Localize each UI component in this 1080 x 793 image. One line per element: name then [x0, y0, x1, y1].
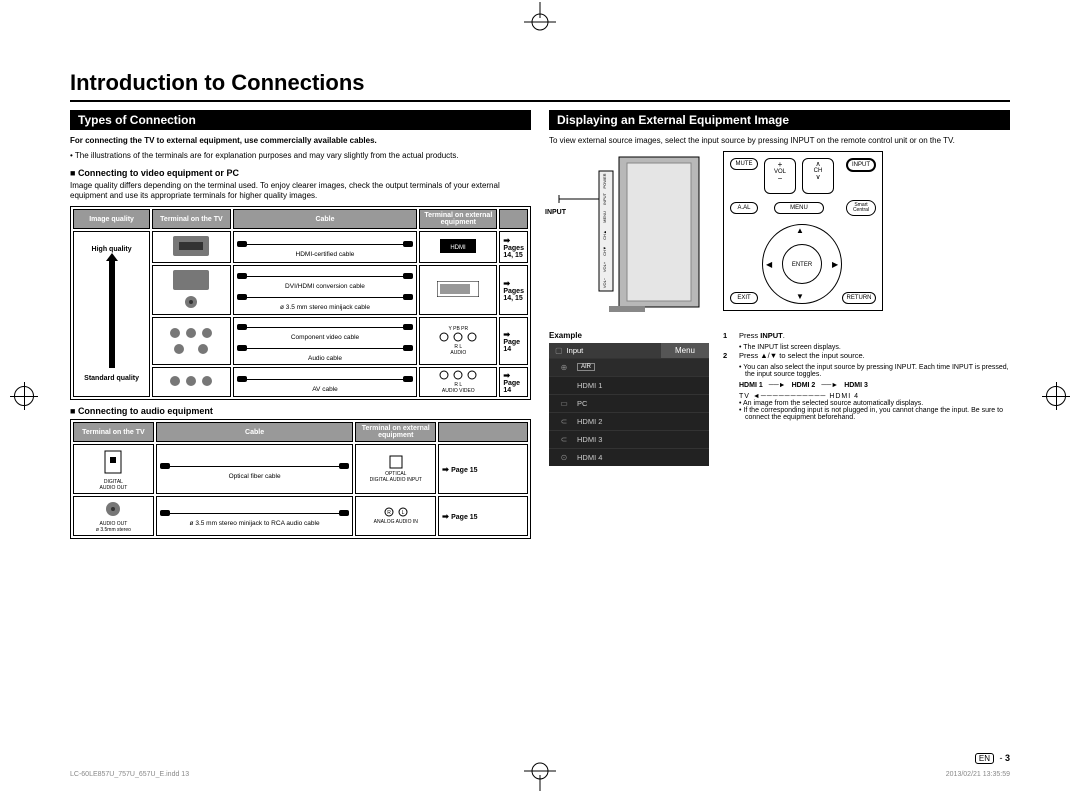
page-ref: Page 14: [503, 332, 520, 353]
cable-label: ø 3.5 mm stereo minijack cable: [237, 304, 414, 311]
svg-text:VOL−: VOL−: [602, 277, 607, 288]
page-number: EN - 3: [975, 753, 1010, 763]
example-label: Example: [549, 331, 709, 340]
audio-out-icon: AUDIO OUTø 3.5mm stereo: [73, 496, 154, 536]
svg-text:R: R: [387, 510, 391, 516]
cable-label: Audio cable: [237, 355, 414, 362]
right-intro: To view external source images, select t…: [549, 136, 1010, 147]
page-ref: Page 15: [442, 514, 477, 521]
osd-item: ▭PC: [549, 394, 709, 412]
intro-bold: For connecting the TV to external equipm…: [70, 136, 531, 147]
col-h: Cable: [233, 209, 418, 229]
cable-label: HDMI-certified cable: [237, 251, 414, 258]
registration-mark: [14, 386, 34, 406]
video-connection-table: Image quality Terminal on the TV Cable T…: [70, 206, 531, 400]
av-port-icon: [152, 367, 231, 397]
audio-connection-table: Terminal on the TV Cable Terminal on ext…: [70, 419, 531, 539]
svg-text:L: L: [401, 510, 404, 516]
footer-file: LC-60LE857U_757U_657U_E.indd 13: [70, 771, 189, 778]
page-title: Introduction to Connections: [70, 70, 1010, 102]
flow-line-2: TV ◄─────────── HDMI 4: [739, 393, 1010, 400]
col-h: Terminal on external equipment: [419, 209, 497, 229]
cable-label: ø 3.5 mm stereo minijack to RCA audio ca…: [160, 520, 350, 527]
input-callout: INPUT: [545, 209, 566, 216]
menu-button: MENU: [774, 202, 824, 214]
osd-item: ⊙HDMI 4: [549, 448, 709, 466]
registration-mark: [1046, 386, 1066, 406]
intro-note: • The illustrations of the terminals are…: [70, 151, 531, 162]
osd-item: ⊂HDMI 2: [549, 412, 709, 430]
remote-diagram: MUTE +VOL− ∧CH∨ INPUT A.AL MENU Smart Ce…: [723, 151, 883, 311]
step2: Press ▲/▼ to select the input source.: [739, 351, 865, 360]
footer-date: 2013/02/21 13:35:59: [946, 771, 1010, 778]
enter-button: ENTER: [782, 244, 822, 284]
aal-button: A.AL: [730, 202, 758, 214]
video-subhead: Connecting to video equipment or PC: [70, 168, 531, 178]
tv-side-diagram: POWER INPUT MENU CH▲ CH▼ VOL+ VOL− INPUT: [549, 151, 709, 321]
exit-button: EXIT: [730, 292, 758, 304]
osd-item: ⊂HDMI 3: [549, 430, 709, 448]
vol-rocker: +VOL−: [764, 158, 796, 194]
svg-text:INPUT: INPUT: [602, 192, 607, 205]
types-header: Types of Connection: [70, 110, 531, 130]
col-h: [438, 422, 528, 442]
svg-text:HDMI: HDMI: [451, 245, 467, 251]
right-column: Displaying an External Equipment Image T…: [549, 110, 1010, 539]
crop-mark-top: [520, 2, 560, 42]
cable-label: DVI/HDMI conversion cable: [237, 283, 414, 290]
col-h: Terminal on external equipment: [355, 422, 436, 442]
smart-button: Smart Central: [846, 200, 876, 216]
crop-mark-bottom: [520, 751, 560, 791]
page-ref: Page 14: [503, 373, 520, 394]
step1: Press INPUT.: [739, 331, 785, 340]
svg-text:POWER: POWER: [602, 173, 607, 188]
step2a: • You can also select the input source b…: [739, 364, 1010, 378]
mute-button: MUTE: [730, 158, 758, 170]
return-button: RETURN: [842, 292, 876, 304]
cable-label: Component video cable: [237, 334, 414, 341]
cable-label: AV cable: [237, 386, 414, 393]
dvi-icon: AUDIO: [437, 281, 479, 297]
input-button: INPUT: [846, 158, 876, 172]
osd-menu-tab: Menu: [661, 343, 709, 358]
col-h: Cable: [156, 422, 354, 442]
cable-label: Optical fiber cable: [160, 473, 350, 480]
page-ref: Page 15: [442, 467, 477, 474]
step1a: • The INPUT list screen displays.: [739, 344, 1010, 351]
col-h: Terminal on the TV: [73, 422, 154, 442]
osd-input-list: Input Menu ⊕AIR HDMI 1 ▭PC ⊂HDMI 2 ⊂HDMI…: [549, 343, 709, 466]
display-header: Displaying an External Equipment Image: [549, 110, 1010, 130]
hdmi-port-icon: [152, 231, 231, 263]
audio-subhead: Connecting to audio equipment: [70, 406, 531, 416]
svg-text:CH▲: CH▲: [602, 230, 607, 240]
col-h: Image quality: [73, 209, 150, 229]
video-para: Image quality differs depending on the t…: [70, 181, 531, 203]
quality-scale: High quality Standard quality: [73, 231, 150, 397]
svg-text:MENU: MENU: [602, 211, 607, 223]
flow-line: HDMI 1──►HDMI 2──►HDMI 3: [739, 382, 1010, 389]
step2c: • If the corresponding input is not plug…: [739, 407, 1010, 421]
osd-item: HDMI 1: [549, 376, 709, 394]
ch-rocker: ∧CH∨: [802, 158, 834, 194]
optical-port-icon: DIGITALAUDIO OUT: [73, 444, 154, 494]
col-h: [499, 209, 528, 229]
hdmi-icon: HDMI: [440, 239, 476, 253]
left-column: Types of Connection For connecting the T…: [70, 110, 531, 539]
step2b: • An image from the selected source auto…: [739, 400, 1010, 407]
component-port-icon: [152, 317, 231, 365]
svg-text:CH▼: CH▼: [602, 246, 607, 256]
osd-title: Input: [549, 343, 661, 358]
svg-text:VOL+: VOL+: [602, 261, 607, 272]
page-ref: Pages 14, 15: [503, 281, 524, 302]
page-ref: Pages 14, 15: [503, 238, 524, 259]
steps-block: 1Press INPUT. • The INPUT list screen di…: [723, 331, 1010, 421]
col-h: Terminal on the TV: [152, 209, 231, 229]
osd-item: ⊕AIR: [549, 358, 709, 376]
hdmi-audio-port-icon: [152, 265, 231, 315]
